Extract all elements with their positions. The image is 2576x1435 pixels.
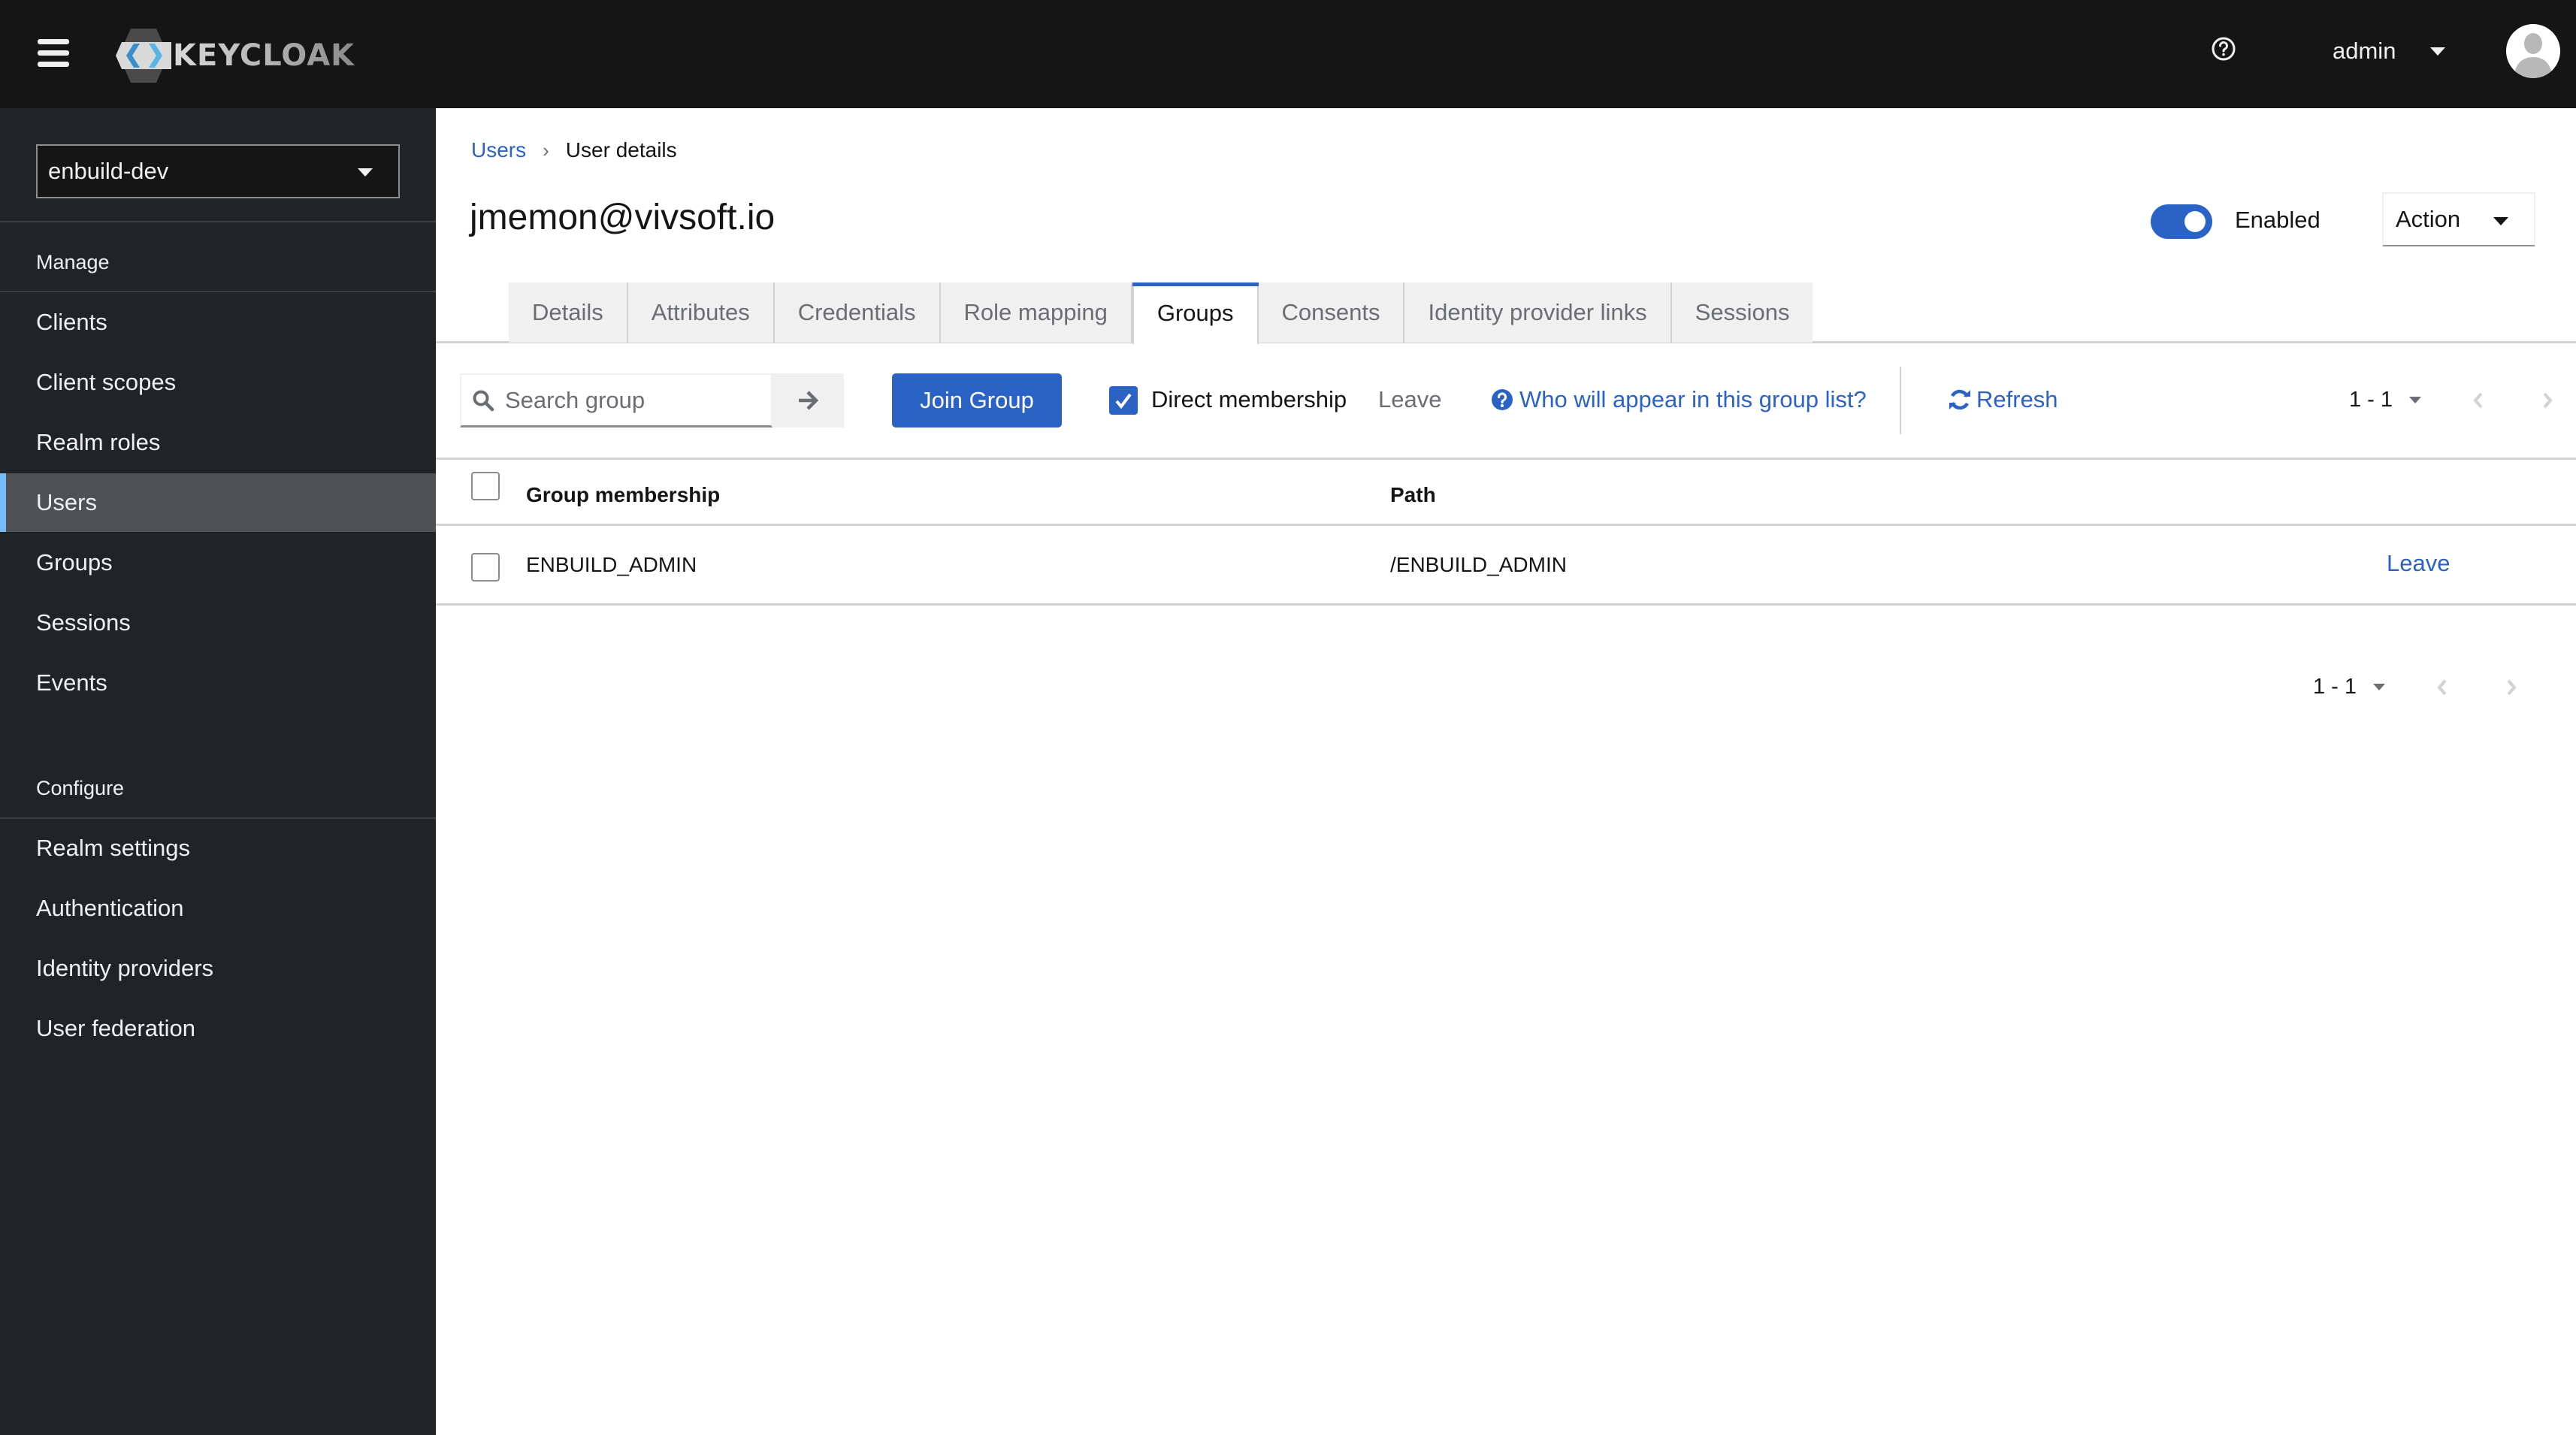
- row-divider: [436, 603, 2576, 606]
- realm-selector[interactable]: enbuild-dev: [36, 144, 400, 198]
- tab-sessions[interactable]: Sessions: [1671, 282, 1813, 343]
- leave-button[interactable]: Leave: [1378, 386, 1441, 413]
- tab-credentials[interactable]: Credentials: [774, 282, 941, 343]
- sidebar-item-realm-settings[interactable]: Realm settings: [0, 819, 436, 878]
- column-header-path: Path: [1390, 483, 1436, 506]
- tab-groups[interactable]: Groups: [1132, 282, 1259, 344]
- toolbar-separator: [1900, 367, 1901, 434]
- group-path-cell: /ENBUILD_ADMIN: [1390, 553, 1567, 576]
- realm-name: enbuild-dev: [48, 158, 169, 184]
- chevron-right-icon: ›: [543, 138, 549, 162]
- direct-membership-label[interactable]: Direct membership: [1151, 386, 1347, 413]
- user-avatar-icon: [2514, 33, 2553, 78]
- action-dropdown[interactable]: Action: [2382, 192, 2535, 246]
- sidebar-item-identity-providers[interactable]: Identity providers: [0, 939, 436, 998]
- action-label: Action: [2396, 206, 2461, 232]
- avatar[interactable]: [2506, 24, 2560, 78]
- refresh-icon: [1949, 389, 1970, 410]
- enabled-label: Enabled: [2235, 207, 2321, 233]
- divider: [0, 291, 436, 292]
- pagination-count: 1 - 1: [2313, 675, 2357, 699]
- top-pagination: 1 - 1: [2349, 388, 2556, 412]
- next-page-icon[interactable]: [2502, 676, 2520, 699]
- select-all-checkbox[interactable]: [471, 472, 500, 500]
- question-circle-icon: [1492, 389, 1513, 410]
- sidebar-item-events[interactable]: Events: [0, 654, 436, 712]
- join-group-button[interactable]: Join Group: [892, 373, 1062, 427]
- caret-down-icon: [2409, 397, 2422, 403]
- breadcrumb-current: User details: [565, 138, 677, 162]
- row-divider: [436, 524, 2576, 526]
- row-checkbox[interactable]: [471, 553, 500, 582]
- bottom-pagination: 1 - 1: [2313, 675, 2520, 699]
- sidebar-item-client-scopes[interactable]: Client scopes: [0, 353, 436, 412]
- sidebar-item-user-federation[interactable]: User federation: [0, 999, 436, 1058]
- hamburger-icon[interactable]: [38, 38, 71, 68]
- sidebar-item-realm-roles[interactable]: Realm roles: [0, 413, 436, 472]
- sidebar-item-clients[interactable]: Clients: [0, 293, 436, 352]
- caret-down-icon: [2493, 217, 2508, 225]
- enabled-toggle[interactable]: [2151, 204, 2212, 239]
- breadcrumb: Users › User details: [471, 138, 677, 162]
- keycloak-logo[interactable]: KEYCLOAK: [116, 27, 355, 84]
- brand-name: KEYCLOAK: [173, 38, 355, 73]
- nav-section-configure: Configure: [36, 777, 125, 799]
- sidebar-item-users[interactable]: Users: [0, 473, 436, 532]
- arrow-right-icon: [798, 391, 818, 410]
- sidebar: enbuild-dev Manage Clients Client scopes…: [0, 108, 436, 1435]
- tab-details[interactable]: Details: [509, 282, 628, 343]
- previous-page-icon[interactable]: [2433, 676, 2451, 699]
- next-page-icon[interactable]: [2538, 389, 2556, 412]
- toolbar-divider: [436, 458, 2576, 460]
- keycloak-logo-icon: [116, 29, 171, 83]
- refresh-button[interactable]: Refresh: [1948, 386, 2058, 413]
- tab-role-mapping[interactable]: Role mapping: [940, 282, 1132, 343]
- sidebar-item-sessions[interactable]: Sessions: [0, 594, 436, 652]
- search-group-input[interactable]: [505, 386, 745, 414]
- breadcrumb-users-link[interactable]: Users: [471, 138, 526, 162]
- tab-attributes[interactable]: Attributes: [627, 282, 775, 343]
- pagination-count: 1 - 1: [2349, 388, 2393, 412]
- sidebar-item-authentication[interactable]: Authentication: [0, 879, 436, 938]
- tab-identity-provider-links[interactable]: Identity provider links: [1404, 282, 1672, 343]
- user-tabs: Details Attributes Credentials Role mapp…: [509, 282, 1813, 344]
- search-group-field: [460, 373, 772, 427]
- caret-down-icon: [358, 168, 373, 177]
- user-name: admin: [2333, 38, 2396, 64]
- per-page-dropdown[interactable]: 1 - 1: [2313, 675, 2386, 699]
- per-page-dropdown[interactable]: 1 - 1: [2349, 388, 2422, 412]
- refresh-label: Refresh: [1976, 386, 2058, 412]
- who-will-appear-label: Who will appear in this group list?: [1519, 386, 1867, 412]
- group-name-cell: ENBUILD_ADMIN: [526, 553, 697, 576]
- masthead: KEYCLOAK admin: [0, 0, 2576, 108]
- who-will-appear-link[interactable]: Who will appear in this group list?: [1491, 386, 1867, 413]
- search-icon: [473, 390, 494, 411]
- previous-page-icon[interactable]: [2469, 389, 2487, 412]
- nav-section-manage: Manage: [36, 251, 110, 273]
- column-header-group-membership[interactable]: Group membership: [526, 483, 720, 507]
- search-submit-button[interactable]: [772, 373, 844, 427]
- user-dropdown[interactable]: admin: [2333, 30, 2446, 72]
- divider: [0, 221, 436, 222]
- sidebar-item-groups[interactable]: Groups: [0, 533, 436, 592]
- help-icon[interactable]: [2211, 36, 2236, 62]
- direct-membership-checkbox[interactable]: [1109, 386, 1138, 415]
- checkmark-icon: [1115, 393, 1132, 409]
- row-leave-link[interactable]: Leave: [2387, 550, 2450, 577]
- caret-down-icon: [2430, 47, 2446, 56]
- caret-down-icon: [2373, 684, 2386, 690]
- page-title: jmemon@vivsoft.io: [470, 198, 776, 237]
- tab-consents[interactable]: Consents: [1258, 282, 1405, 343]
